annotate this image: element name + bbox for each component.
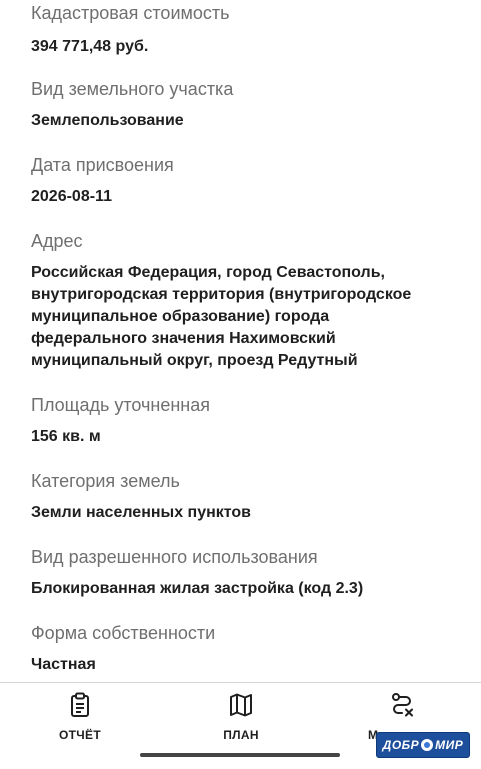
field-value: Российская Федерация, город Севастополь,… bbox=[31, 262, 461, 372]
field-value: Землепользование bbox=[31, 112, 184, 129]
field-label: Площадь уточненная bbox=[31, 395, 210, 415]
field-ownership-form: Форма собственности Частная bbox=[31, 622, 461, 675]
address-line: федерального значения Нахимовский bbox=[31, 330, 336, 347]
field-label: Категория земель bbox=[31, 471, 180, 491]
field-land-type: Вид земельного участка Землепользование bbox=[31, 78, 461, 131]
home-indicator[interactable] bbox=[140, 753, 340, 757]
field-permitted-use: Вид разрешенного использования Блокирова… bbox=[31, 546, 461, 599]
address-line: внутригородская территория (внутригородс… bbox=[31, 286, 412, 303]
field-value: Земли населенных пунктов bbox=[31, 504, 252, 521]
route-icon bbox=[392, 693, 413, 717]
nav-plan-button[interactable]: ПЛАН bbox=[181, 691, 301, 742]
field-label: Вид разрешенного использования bbox=[31, 547, 318, 567]
field-value: 156 кв. м bbox=[31, 428, 101, 445]
nav-report-button[interactable]: ОТЧЁТ bbox=[20, 691, 140, 742]
address-line: муниципальный округ, проезд Редутный bbox=[31, 352, 358, 369]
map-icon bbox=[230, 693, 252, 717]
watermark-text-left: ДОБР bbox=[382, 738, 420, 752]
field-label: Кадастровая стоимость bbox=[31, 3, 230, 23]
field-land-category: Категория земель Земли населенных пункто… bbox=[31, 470, 461, 523]
field-cadastral-value: Кадастровая стоимость 394 771,48 руб. bbox=[31, 2, 461, 57]
field-label: Адрес bbox=[31, 231, 83, 251]
field-label: Дата присвоения bbox=[31, 155, 174, 175]
field-value: 2026-08-11 bbox=[31, 188, 112, 205]
field-address: Адрес Российская Федерация, город Севаст… bbox=[31, 230, 461, 372]
nav-report-label: ОТЧЁТ bbox=[59, 728, 101, 742]
field-area: Площадь уточненная 156 кв. м bbox=[31, 394, 461, 447]
field-value: Частная bbox=[31, 656, 96, 673]
watermark-text-right: МИР bbox=[435, 738, 464, 752]
globe-icon bbox=[421, 739, 434, 751]
field-assignment-date: Дата присвоения 2026-08-11 bbox=[31, 154, 461, 207]
nav-plan-label: ПЛАН bbox=[223, 728, 259, 742]
field-label: Форма собственности bbox=[31, 623, 216, 643]
clipboard-icon bbox=[71, 692, 89, 717]
address-line: Российская Федерация, город Севастополь, bbox=[31, 264, 385, 281]
address-line: муниципальное образование) города bbox=[31, 308, 330, 325]
field-value: Блокированная жилая застройка (код 2.3) bbox=[31, 580, 364, 597]
field-value: 394 771,48 руб. bbox=[31, 38, 149, 55]
field-label: Вид земельного участка bbox=[31, 79, 234, 99]
watermark-logo: ДОБР МИР bbox=[376, 732, 470, 758]
